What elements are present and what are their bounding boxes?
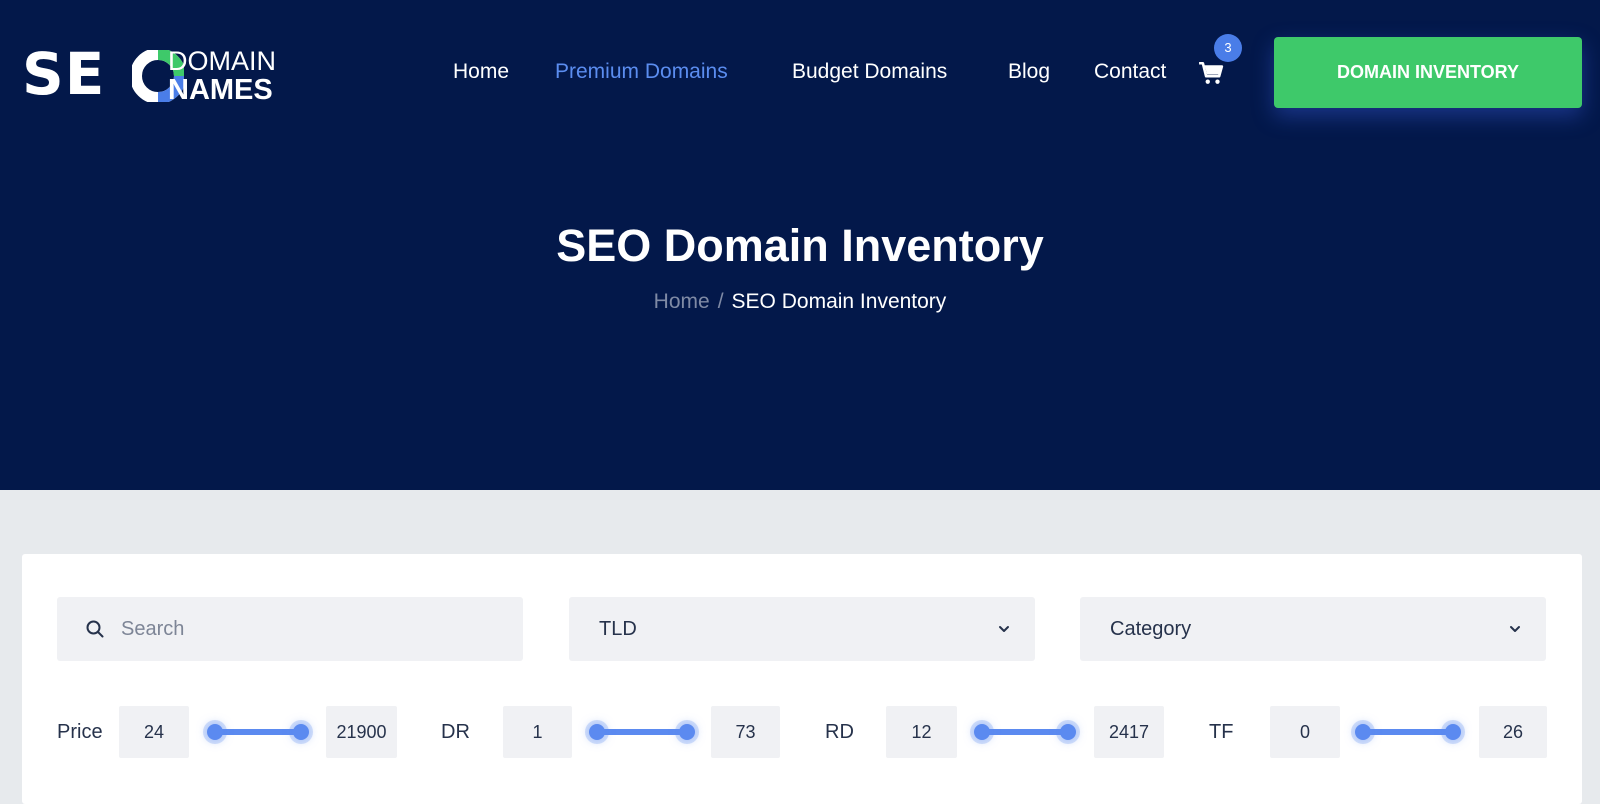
- rd-range-label: RD: [825, 721, 854, 743]
- dr-min-handle[interactable]: [589, 724, 605, 740]
- chevron-down-icon: [1510, 626, 1520, 632]
- breadcrumb-separator: /: [717, 290, 724, 313]
- rd-range-track[interactable]: [982, 729, 1068, 735]
- tf-min-handle[interactable]: [1355, 724, 1371, 740]
- price-max-handle[interactable]: [293, 724, 309, 740]
- price-min-input[interactable]: 24: [119, 706, 189, 758]
- price-max-input[interactable]: 21900: [326, 706, 397, 758]
- cart-count-badge: 3: [1214, 34, 1242, 62]
- tf-min-input[interactable]: 0: [1270, 706, 1340, 758]
- price-range-track[interactable]: [215, 729, 301, 735]
- rd-max-input[interactable]: 2417: [1094, 706, 1164, 758]
- nav-premium-domains[interactable]: Premium Domains: [555, 59, 728, 85]
- tf-range-label: TF: [1209, 721, 1234, 743]
- tf-max-input[interactable]: 26: [1479, 706, 1547, 758]
- nav-blog[interactable]: Blog: [1008, 59, 1050, 85]
- rd-max-handle[interactable]: [1060, 724, 1076, 740]
- search-input[interactable]: Search: [57, 597, 523, 661]
- breadcrumb: Home / SEO Domain Inventory: [0, 288, 1600, 316]
- domain-inventory-button[interactable]: DOMAIN INVENTORY: [1274, 37, 1582, 108]
- dr-max-handle[interactable]: [679, 724, 695, 740]
- rd-min-handle[interactable]: [974, 724, 990, 740]
- logo-names-text: NAMES: [168, 74, 273, 106]
- logo-seo-text: SE: [22, 40, 106, 108]
- chevron-down-icon: [999, 626, 1009, 632]
- tf-range-track[interactable]: [1363, 729, 1453, 735]
- filter-card: [22, 554, 1582, 804]
- nav-contact[interactable]: Contact: [1094, 59, 1166, 85]
- price-range-label: Price: [57, 721, 103, 743]
- category-select[interactable]: Category: [1080, 597, 1546, 661]
- dr-max-input[interactable]: 73: [711, 706, 780, 758]
- nav-home[interactable]: Home: [453, 59, 509, 85]
- tld-select-value: TLD: [599, 618, 637, 640]
- dr-range-label: DR: [441, 721, 470, 743]
- search-icon: [86, 620, 104, 638]
- category-select-value: Category: [1110, 618, 1192, 640]
- tf-max-handle[interactable]: [1445, 724, 1461, 740]
- site-logo[interactable]: SE DOMAIN NAMES: [22, 40, 282, 108]
- page-title: SEO Domain Inventory: [556, 220, 1044, 271]
- rd-min-input[interactable]: 12: [886, 706, 957, 758]
- tld-select[interactable]: TLD: [569, 597, 1035, 661]
- breadcrumb-home-link[interactable]: Home: [654, 290, 710, 313]
- breadcrumb-current: SEO Domain Inventory: [731, 290, 947, 313]
- nav-budget-domains[interactable]: Budget Domains: [792, 59, 947, 85]
- cart-icon[interactable]: [1198, 60, 1224, 86]
- search-placeholder: Search: [121, 618, 185, 640]
- dr-min-input[interactable]: 1: [503, 706, 572, 758]
- price-min-handle[interactable]: [207, 724, 223, 740]
- logo-domain-text: DOMAIN: [168, 46, 276, 76]
- dr-range-track[interactable]: [597, 729, 687, 735]
